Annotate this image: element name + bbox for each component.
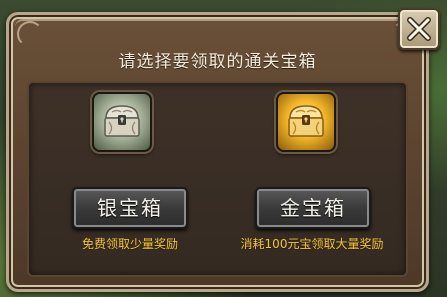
silver-chest-slot[interactable]: [92, 92, 152, 152]
gold-chest-slot[interactable]: [276, 92, 336, 152]
gold-chest-description: 消耗100元宝领取大量奖励: [240, 237, 384, 251]
close-button[interactable]: [398, 8, 440, 50]
gold-chest-button[interactable]: 金宝箱: [255, 187, 371, 229]
game-background: 请选择要领取的通关宝箱 银宝箱 免费领取少量奖励 金宝箱 消耗100元宝领取大量…: [0, 0, 447, 297]
close-icon: [407, 17, 431, 41]
panel-top-trim: [15, 19, 420, 39]
gold-chest-icon: [288, 105, 324, 137]
dialog-title: 请选择要领取的通关宝箱: [118, 52, 317, 72]
silver-chest-button[interactable]: 银宝箱: [72, 187, 188, 229]
silver-chest-icon: [104, 105, 140, 137]
corner-ornament-left: [17, 21, 43, 47]
silver-chest-description: 免费领取少量奖励: [81, 237, 178, 251]
